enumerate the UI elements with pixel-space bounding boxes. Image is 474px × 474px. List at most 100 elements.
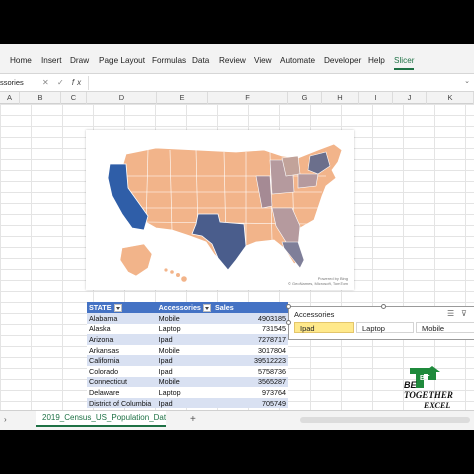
cell-accessory[interactable]: Mobile (156, 344, 213, 356)
excel-window: Home Insert Draw Page Layout Formulas Da… (0, 44, 474, 430)
cell-sales[interactable]: 705749 (212, 397, 288, 409)
cell-sales[interactable]: 3565287 (212, 376, 288, 388)
resize-handle[interactable] (286, 320, 291, 325)
tab-home[interactable]: Home (10, 56, 32, 65)
header-accessories[interactable]: Accessories (156, 302, 213, 313)
filter-dropdown-icon[interactable] (113, 304, 122, 313)
cell-sales[interactable]: 4903185 (212, 313, 288, 324)
sheet-tab-bar: › 2019_Census_US_Population_Data_ + (0, 410, 474, 430)
accessories-slicer[interactable]: Accessories ☰ ⊽ Ipad Laptop Mobile (286, 304, 474, 340)
column-header[interactable]: I (359, 92, 393, 104)
cell-accessory[interactable]: Mobile (156, 376, 213, 388)
table-row[interactable]: District of Columbia Ipad 705749 (87, 397, 288, 409)
cell-state[interactable]: Arkansas (87, 344, 157, 356)
sheet-tab[interactable]: 2019_Census_US_Population_Data_ (36, 411, 166, 427)
cell-accessory[interactable]: Ipad (156, 365, 213, 377)
column-header[interactable]: K (427, 92, 474, 104)
enter-icon[interactable]: ✓ (57, 78, 67, 87)
tab-page-layout[interactable]: Page Layout (99, 56, 145, 65)
name-box[interactable]: ssories (0, 76, 26, 90)
slicer-item-ipad[interactable]: Ipad (294, 322, 354, 333)
sales-table: STATE Accessories Sales Alabama Mobile 490… (87, 302, 288, 409)
cell-accessory[interactable]: Ipad (156, 334, 213, 345)
cell-accessory[interactable]: Laptop (156, 387, 213, 398)
column-header[interactable]: F (208, 92, 288, 104)
us-map-graphic (107, 143, 343, 282)
table-row[interactable]: Arizona Ipad 7278717 (87, 334, 288, 345)
cell-sales[interactable]: 39512223 (212, 355, 288, 366)
table-row[interactable]: Alaska Laptop 731545 (87, 323, 288, 335)
fx-icon[interactable]: fx (72, 78, 84, 87)
tab-help[interactable]: Help (368, 56, 385, 65)
tab-automate[interactable]: Automate (280, 56, 315, 65)
formula-input[interactable] (88, 76, 468, 90)
column-header[interactable]: G (288, 92, 322, 104)
cancel-icon[interactable]: ✕ (42, 78, 52, 87)
tab-slicer[interactable]: Slicer (394, 56, 415, 70)
filter-dropdown-icon[interactable] (202, 304, 211, 313)
logo-monogram: BT (420, 375, 430, 382)
column-header[interactable]: B (20, 92, 61, 104)
column-header[interactable]: C (61, 92, 87, 104)
resize-handle[interactable] (286, 304, 291, 309)
header-state[interactable]: STATE (87, 302, 157, 313)
multi-select-icon[interactable]: ☰ (447, 309, 454, 318)
cell-state[interactable]: Colorado (87, 365, 157, 377)
map-region-pennsylvania (297, 173, 319, 189)
column-header[interactable]: H (322, 92, 359, 104)
column-header-row: A B C D E F G H I J K (0, 92, 474, 104)
map-region-hawaii (164, 268, 187, 282)
add-sheet-button[interactable]: + (190, 414, 196, 425)
tab-developer[interactable]: Developer (324, 56, 361, 65)
table-row[interactable]: Arkansas Mobile 3017804 (87, 344, 288, 356)
cell-sales[interactable]: 7278717 (212, 334, 288, 345)
column-header[interactable]: J (393, 92, 427, 104)
cell-sales[interactable]: 5758736 (212, 365, 288, 377)
table-row[interactable]: Delaware Laptop 973764 (87, 387, 288, 398)
table-row[interactable]: California Ipad 39512223 (87, 355, 288, 366)
tab-review[interactable]: Review (219, 56, 246, 65)
column-header[interactable]: A (0, 92, 20, 104)
header-sales[interactable]: Sales (212, 302, 288, 313)
cell-sales[interactable]: 3017804 (212, 344, 288, 356)
cell-state[interactable]: Delaware (87, 387, 157, 398)
chevron-down-icon[interactable]: ⌄ (464, 77, 470, 85)
be-together-excel-logo: BE BT TOGETHER EXCEL (404, 366, 453, 410)
cell-state[interactable]: Arizona (87, 334, 157, 345)
slicer-item-laptop[interactable]: Laptop (356, 322, 414, 333)
cell-accessory[interactable]: Laptop (156, 323, 213, 335)
cell-state[interactable]: California (87, 355, 157, 366)
clear-filter-icon[interactable]: ⊽ (461, 309, 467, 318)
tab-draw[interactable]: Draw (70, 56, 89, 65)
slicer-title: Accessories (294, 310, 335, 319)
filled-map-chart[interactable]: Powered by Bing © GeoNames, Microsoft, T… (86, 130, 354, 290)
map-region-florida (281, 241, 305, 269)
chevron-right-icon[interactable]: › (4, 415, 7, 424)
cell-sales[interactable]: 731545 (212, 323, 288, 335)
logo-word-excel: EXCEL (423, 401, 450, 410)
slicer-item-mobile[interactable]: Mobile (416, 322, 474, 333)
cell-sales[interactable]: 973764 (212, 387, 288, 398)
table-row[interactable]: Alabama Mobile 4903185 (87, 313, 288, 324)
tab-formulas[interactable]: Formulas (152, 56, 186, 65)
map-region-alaska (119, 243, 153, 277)
formula-bar: ssories ✕ ✓ fx ⌄ (0, 74, 474, 92)
table-row[interactable]: Colorado Ipad 5758736 (87, 365, 288, 377)
column-header[interactable]: D (87, 92, 157, 104)
ribbon-tabs: Home Insert Draw Page Layout Formulas Da… (0, 44, 474, 74)
cell-state[interactable]: Connecticut (87, 376, 157, 388)
horizontal-scrollbar[interactable] (300, 417, 470, 423)
map-credit: Powered by Bing © GeoNames, Microsoft, T… (288, 276, 348, 286)
resize-handle[interactable] (381, 304, 386, 309)
table-row[interactable]: Connecticut Mobile 3565287 (87, 376, 288, 388)
tab-data[interactable]: Data (192, 56, 209, 65)
cell-state[interactable]: Alaska (87, 323, 157, 335)
cell-state[interactable]: District of Columbia (87, 397, 157, 409)
cell-accessory[interactable]: Ipad (156, 355, 213, 366)
cell-state[interactable]: Alabama (87, 313, 157, 324)
tab-insert[interactable]: Insert (41, 56, 61, 65)
cell-accessory[interactable]: Ipad (156, 397, 213, 409)
column-header[interactable]: E (157, 92, 208, 104)
tab-view[interactable]: View (254, 56, 272, 65)
cell-accessory[interactable]: Mobile (156, 313, 213, 324)
